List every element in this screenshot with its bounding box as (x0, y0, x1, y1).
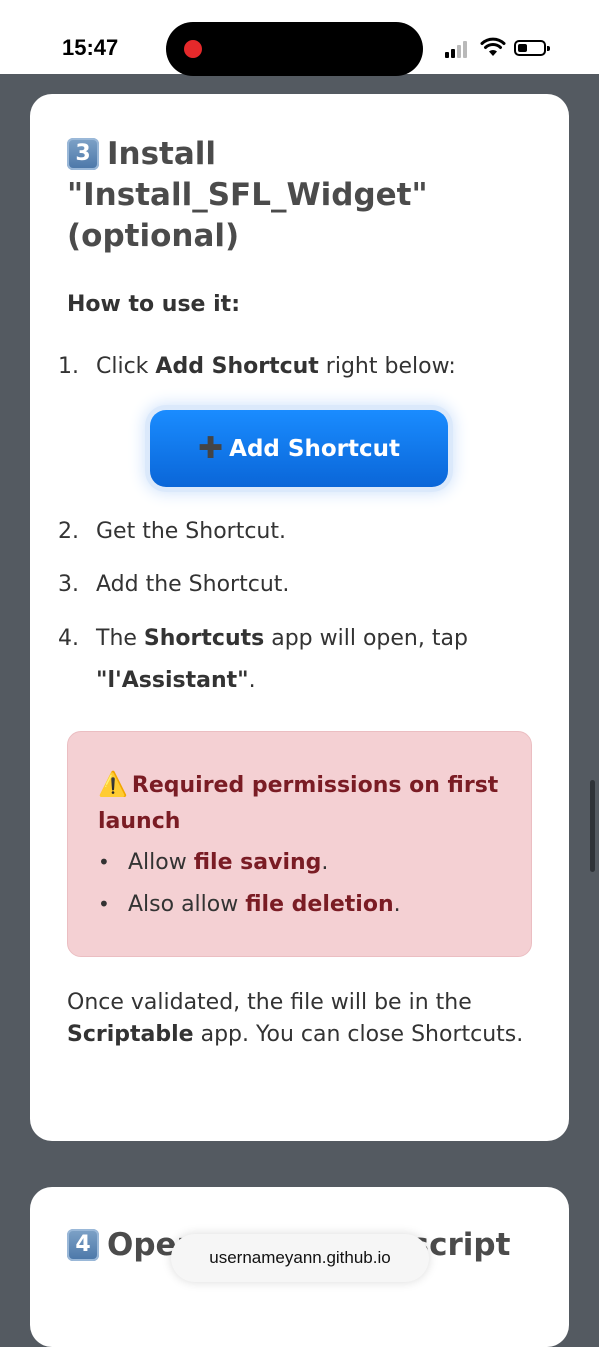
keycap-3-icon: 3 (67, 138, 99, 170)
step-3: 3. Add the Shortcut. (58, 572, 290, 597)
permission-item: • Allow file saving. (98, 850, 329, 875)
permissions-warning: ⚠️ Required permissions on first launch •… (67, 731, 532, 957)
cellular-signal-icon (445, 40, 471, 58)
dynamic-island[interactable] (166, 22, 423, 76)
section-title-text: Install "Install_SFL_Widget" (optional) (67, 136, 428, 254)
permission-item: • Also allow file deletion. (98, 892, 401, 917)
status-time: 15:47 (62, 35, 119, 60)
add-shortcut-label: Add Shortcut (229, 436, 400, 462)
step-2: 2. Get the Shortcut. (58, 519, 286, 544)
step-1: 1. Click Add Shortcut right below: (58, 354, 456, 379)
step-4: 4. The Shortcuts app will open, tap "l'As… (58, 626, 468, 693)
status-bar: 15:47 (0, 0, 599, 76)
warning-title: ⚠️ Required permissions on first launch (98, 770, 499, 834)
keycap-4-icon: 4 (67, 1229, 99, 1261)
recording-dot-icon (184, 40, 202, 58)
scroll-indicator[interactable] (590, 780, 595, 872)
add-shortcut-button[interactable]: ✚ Add Shortcut (150, 410, 448, 487)
section-title: 3 Install "Install_SFL_Widget" (optional) (67, 134, 537, 257)
address-bar-url[interactable]: usernameyann.github.io (171, 1234, 429, 1282)
assistant-shortcut-name: "l'Assistant" (96, 668, 249, 693)
battery-icon (514, 40, 550, 56)
warning-icon: ⚠️ (98, 770, 128, 798)
section-3-card: 3 Install "Install_SFL_Widget" (optional)… (30, 94, 569, 1141)
plus-icon: ✚ (198, 431, 224, 466)
final-note: Once validated, the file will be in the … (67, 990, 524, 1047)
how-to-heading: How to use it: (67, 292, 240, 317)
wifi-icon (480, 37, 506, 56)
